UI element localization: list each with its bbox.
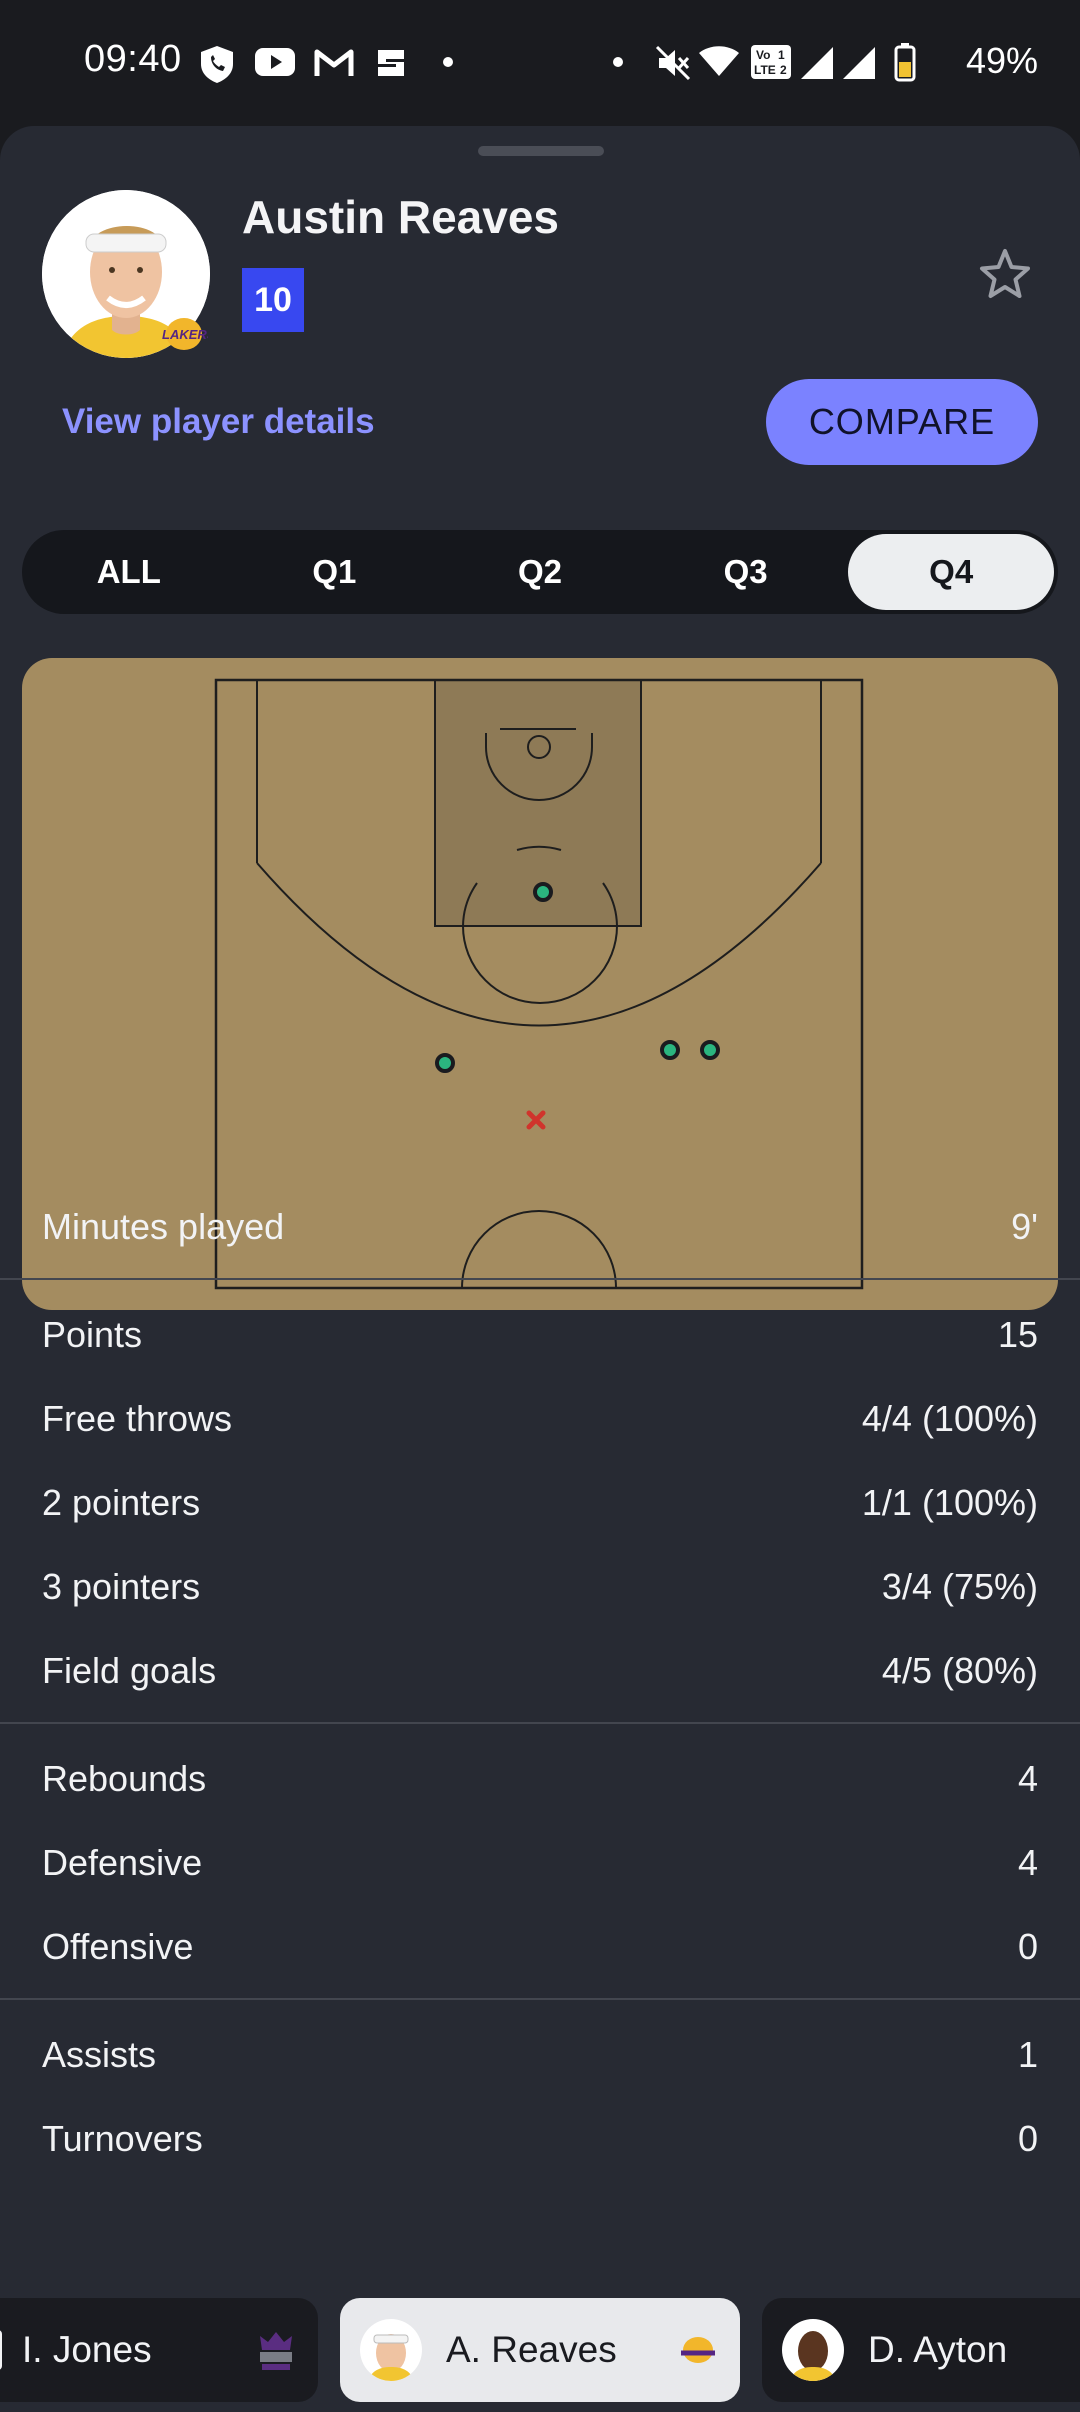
quarter-tabs: ALL Q1 Q2 Q3 Q4 bbox=[22, 530, 1058, 614]
stats-list: Minutes played 9' Points 15 Free throws … bbox=[0, 1184, 1080, 2180]
stat-value: 4/4 (100%) bbox=[861, 1398, 1038, 1439]
player-carousel: I. Jones A. Reaves D. Ayton bbox=[0, 2290, 1080, 2412]
shot-made bbox=[700, 1040, 720, 1060]
tab-all[interactable]: ALL bbox=[26, 534, 232, 610]
status-bar: 09:40 Vo LTE 1 2 49% bbox=[0, 0, 1080, 126]
divider bbox=[0, 1722, 1080, 1724]
stat-2-pointers: 2 pointers 1/1 (100%) bbox=[0, 1460, 1080, 1544]
divider bbox=[0, 1998, 1080, 2000]
stat-label: Free throws bbox=[42, 1398, 233, 1439]
stat-field-goals: Field goals 4/5 (80%) bbox=[0, 1628, 1080, 1712]
stat-label: Rebounds bbox=[42, 1758, 207, 1799]
lakers-logo-icon bbox=[681, 2337, 715, 2363]
stat-3-pointers: 3 pointers 3/4 (75%) bbox=[0, 1544, 1080, 1628]
stat-free-throws: Free throws 4/4 (100%) bbox=[0, 1376, 1080, 1460]
stat-value: 1/1 (100%) bbox=[861, 1482, 1038, 1523]
stat-label: Points bbox=[42, 1314, 143, 1355]
compare-button[interactable]: COMPARE bbox=[766, 379, 1038, 465]
mini-avatar-edge bbox=[0, 2330, 2, 2370]
player-chip-a-reaves[interactable]: A. Reaves bbox=[340, 2298, 740, 2402]
kings-logo-icon bbox=[260, 2332, 292, 2370]
svg-text:LTE: LTE bbox=[754, 63, 776, 77]
stat-label: Assists bbox=[42, 2034, 157, 2075]
stat-value: 4 bbox=[1017, 1842, 1038, 1883]
stat-label: Defensive bbox=[42, 1842, 203, 1883]
dot-icon bbox=[443, 57, 453, 67]
sheet-drag-handle[interactable] bbox=[478, 146, 604, 156]
youtube-icon bbox=[255, 48, 295, 76]
tab-q4[interactable]: Q4 bbox=[848, 534, 1054, 610]
stat-value: 1 bbox=[1017, 2034, 1038, 2075]
stat-minutes-played: Minutes played 9' bbox=[0, 1184, 1080, 1268]
stat-label: 3 pointers bbox=[42, 1566, 201, 1607]
dot-icon bbox=[613, 57, 623, 67]
stat-turnovers: Turnovers 0 bbox=[0, 2096, 1080, 2180]
tab-q1[interactable]: Q1 bbox=[232, 534, 438, 610]
player-chip-name: A. Reaves bbox=[446, 2329, 617, 2370]
stat-value: 4/5 (80%) bbox=[881, 1650, 1038, 1691]
mute-icon bbox=[655, 45, 691, 81]
stat-defensive-rebounds: Defensive 4 bbox=[0, 1820, 1080, 1904]
star-icon[interactable] bbox=[976, 246, 1034, 304]
stat-value: 0 bbox=[1017, 1926, 1038, 1967]
status-time: 09:40 bbox=[84, 38, 182, 80]
svg-text:Vo: Vo bbox=[756, 48, 770, 62]
svg-text:2: 2 bbox=[780, 63, 787, 77]
tab-q3[interactable]: Q3 bbox=[643, 534, 849, 610]
divider bbox=[0, 1278, 1080, 1280]
player-chip-name: D. Ayton bbox=[868, 2329, 1008, 2370]
mini-avatar bbox=[360, 2319, 422, 2381]
shot-made bbox=[435, 1053, 455, 1073]
jersey-number-badge: 10 bbox=[242, 268, 304, 332]
player-chip-i-jones[interactable]: I. Jones bbox=[0, 2298, 318, 2402]
signal-icon bbox=[801, 47, 833, 79]
battery-icon bbox=[894, 43, 916, 82]
stat-label: Turnovers bbox=[42, 2118, 203, 2159]
tab-q2[interactable]: Q2 bbox=[437, 534, 643, 610]
stat-value: 15 bbox=[997, 1314, 1038, 1355]
shot-made bbox=[533, 882, 553, 902]
svg-text:LAKERS: LAKERS bbox=[162, 327, 208, 342]
gmail-icon bbox=[314, 49, 354, 76]
stat-value: 9' bbox=[1011, 1206, 1038, 1247]
stat-assists: Assists 1 bbox=[0, 2012, 1080, 2096]
stat-label: Field goals bbox=[42, 1650, 217, 1691]
stat-value: 3/4 (75%) bbox=[881, 1566, 1038, 1607]
player-chip-name: I. Jones bbox=[22, 2329, 152, 2370]
shield-phone-icon bbox=[201, 46, 233, 83]
stat-points: Points 15 bbox=[0, 1292, 1080, 1376]
battery-percent: 49% bbox=[965, 40, 1038, 81]
player-name: Austin Reaves bbox=[242, 191, 560, 243]
wifi-icon bbox=[699, 46, 739, 76]
stat-offensive-rebounds: Offensive 0 bbox=[0, 1904, 1080, 1988]
stat-rebounds: Rebounds 4 bbox=[0, 1736, 1080, 1820]
svg-text:1: 1 bbox=[778, 48, 785, 62]
stat-label: Minutes played bbox=[42, 1206, 285, 1247]
lakers-logo-icon: LAKERS bbox=[162, 318, 208, 350]
stat-value: 0 bbox=[1017, 2118, 1038, 2159]
app-s-icon bbox=[378, 50, 404, 76]
stat-label: 2 pointers bbox=[42, 1482, 201, 1523]
stat-value: 4 bbox=[1017, 1758, 1038, 1799]
mini-avatar bbox=[782, 2319, 844, 2381]
player-chip-d-ayton[interactable]: D. Ayton bbox=[762, 2298, 1080, 2402]
shot-made bbox=[660, 1040, 680, 1060]
volte-icon: Vo LTE 1 2 bbox=[751, 45, 791, 79]
view-player-details-link[interactable]: View player details bbox=[62, 402, 375, 442]
signal-icon bbox=[843, 47, 875, 79]
shot-missed bbox=[526, 1110, 546, 1130]
stat-label: Offensive bbox=[42, 1926, 194, 1967]
